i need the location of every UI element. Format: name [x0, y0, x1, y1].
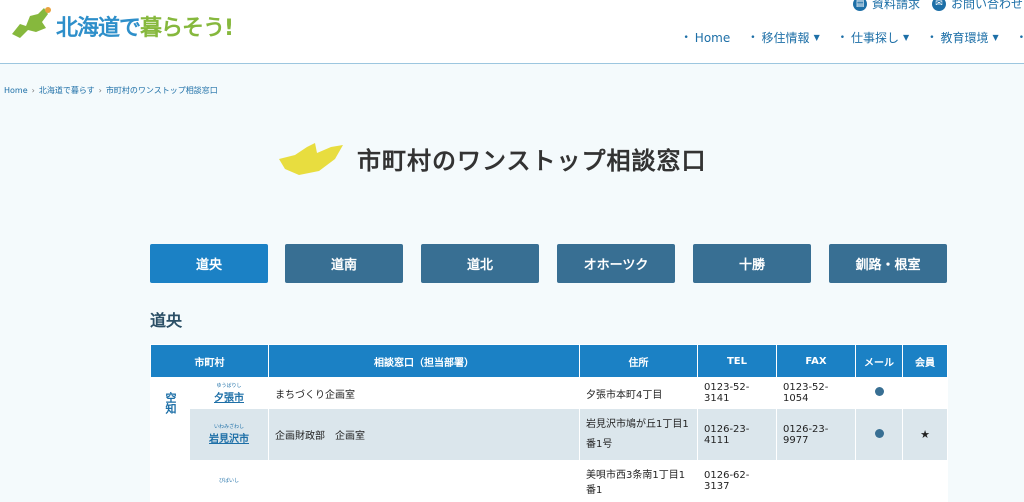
nav-relocation-info[interactable]: • 移住情報 ▼	[750, 29, 819, 46]
city-link[interactable]: 夕張市	[214, 393, 244, 404]
table-row: いわみざわし岩見沢市 企画財政部 企画室 岩見沢市鳩が丘1丁目1番1号 0126…	[151, 408, 948, 461]
site-logo[interactable]: 北海道で暮らそう!	[8, 0, 234, 46]
city-ruby: いわみざわし	[213, 424, 244, 430]
tab-okhotsk[interactable]: オホーツク	[557, 244, 675, 283]
bullet-icon: •	[750, 32, 756, 43]
city-link[interactable]: 岩見沢市	[209, 434, 249, 445]
bullet-icon: •	[683, 32, 689, 43]
region-label: 空知	[164, 392, 177, 414]
city-ruby: びばいし	[218, 478, 239, 484]
bullet-icon: •	[1018, 32, 1024, 43]
mail-dot-icon[interactable]	[874, 428, 884, 438]
chevron-right-icon: ›	[31, 86, 35, 95]
fax-cell: 0126-23-9977	[776, 408, 856, 461]
chevron-down-icon: ▼	[903, 33, 910, 42]
bullet-icon: •	[839, 32, 846, 43]
col-mail: メール	[855, 344, 903, 378]
mail-cell[interactable]	[855, 460, 903, 502]
address-cell: 夕張市本町4丁目	[579, 377, 698, 409]
city-cell: びばいし	[189, 460, 269, 502]
city-ruby: ゆうばりし	[216, 382, 242, 389]
col-address: 住所	[579, 344, 698, 378]
contact-link[interactable]: ✉ お問い合わせ	[932, 0, 1023, 12]
chevron-down-icon: ▼	[813, 33, 820, 42]
document-icon: ▤	[853, 0, 867, 11]
nav-home[interactable]: • Home	[683, 29, 730, 46]
address-cell: 美唄市西3条南1丁目1番1	[579, 460, 698, 502]
tab-donan[interactable]: 道南	[285, 244, 403, 283]
site-header: 北海道で暮らそう! ▤ 資料請求 ✉ お問い合わせ • Home • 移住情報 ▼ •…	[0, 0, 1024, 64]
main-nav: • Home • 移住情報 ▼ • 仕事探し ▼ • 教育環境 ▼ •	[663, 29, 1024, 46]
city-cell: いわみざわし岩見沢市	[189, 408, 269, 461]
breadcrumb-home[interactable]: Home	[4, 86, 28, 95]
bird-icon	[279, 143, 343, 175]
consultation-table: 市町村 相談窓口（担当部署） 住所 TEL FAX メール 会員 空知 ゆうばり…	[150, 344, 948, 502]
hokkaido-map-icon	[12, 7, 51, 38]
nav-home-label: Home	[694, 30, 731, 45]
tel-cell: 0126-23-4111	[697, 408, 777, 461]
member-cell	[902, 460, 948, 502]
chevron-right-icon: ›	[98, 86, 102, 95]
page-title: 市町村のワンストップ相談窓口	[357, 147, 707, 175]
breadcrumb: Home › 北海道で暮らす › 市町村のワンストップ相談窓口	[4, 85, 218, 96]
dept-cell: 企画財政部 企画室	[268, 408, 580, 461]
nav-education-label: 教育環境	[940, 31, 989, 45]
tab-tokachi[interactable]: 十勝	[693, 244, 811, 283]
tab-dohoku[interactable]: 道北	[421, 244, 539, 283]
nav-job-search[interactable]: • 仕事探し ▼	[840, 29, 909, 46]
mail-icon: ✉	[932, 0, 946, 11]
col-fax: FAX	[776, 344, 856, 378]
city-cell: ゆうばりし 夕張市	[189, 377, 269, 409]
request-materials-link[interactable]: ▤ 資料請求	[853, 0, 920, 12]
dept-cell: まちづくり企画室	[268, 377, 580, 409]
breadcrumb-current: 市町村のワンストップ相談窓口	[105, 86, 218, 95]
nav-relocation-info-label: 移住情報	[761, 31, 810, 45]
member-cell: ★	[902, 408, 948, 461]
table-row: 空知 ゆうばりし夕張市 まちづくり企画室 夕張市本町4丁目 0123-52-31…	[150, 377, 948, 502]
fax-cell	[776, 460, 856, 502]
nav-education[interactable]: • 教育環境 ▼	[929, 29, 998, 46]
breadcrumb-living[interactable]: 北海道で暮らす	[39, 86, 95, 95]
col-tel: TEL	[697, 344, 777, 378]
tel-cell: 0126-62-3137	[697, 460, 777, 502]
mail-dot-icon[interactable]	[874, 387, 884, 396]
request-materials-label: 資料請求	[872, 0, 921, 11]
col-municipality: 市町村	[150, 344, 269, 378]
tab-doou[interactable]: 道央	[150, 244, 268, 283]
nav-more[interactable]: •	[1019, 29, 1024, 46]
nav-job-search-label: 仕事探し	[851, 31, 900, 45]
section-heading: 道央	[150, 311, 183, 330]
tel-cell: 0123-52-3141	[697, 377, 777, 409]
mail-cell[interactable]	[855, 408, 903, 461]
table-header-row: 市町村 相談窓口（担当部署） 住所 TEL FAX メール 会員	[150, 344, 948, 378]
region-cell: 空知	[150, 377, 190, 502]
logo-text: 北海道で暮らそう!	[56, 16, 234, 41]
fax-cell: 0123-52-1054	[776, 377, 856, 409]
contact-label: お問い合わせ	[951, 0, 1024, 11]
mail-cell[interactable]	[855, 377, 903, 409]
col-dept: 相談窓口（担当部署）	[268, 344, 580, 378]
table-row: びばいし 美唄市西3条南1丁目1番1 0126-62-3137	[151, 460, 948, 502]
member-cell	[902, 377, 948, 409]
member-star-icon: ★	[920, 428, 930, 441]
tab-kushiro-nemuro[interactable]: 釧路・根室	[829, 244, 947, 283]
dept-cell	[268, 460, 580, 502]
chevron-down-icon: ▼	[992, 33, 999, 42]
col-member: 会員	[902, 344, 948, 378]
address-cell: 岩見沢市鳩が丘1丁目1番1号	[579, 408, 698, 461]
bullet-icon: •	[929, 32, 935, 43]
